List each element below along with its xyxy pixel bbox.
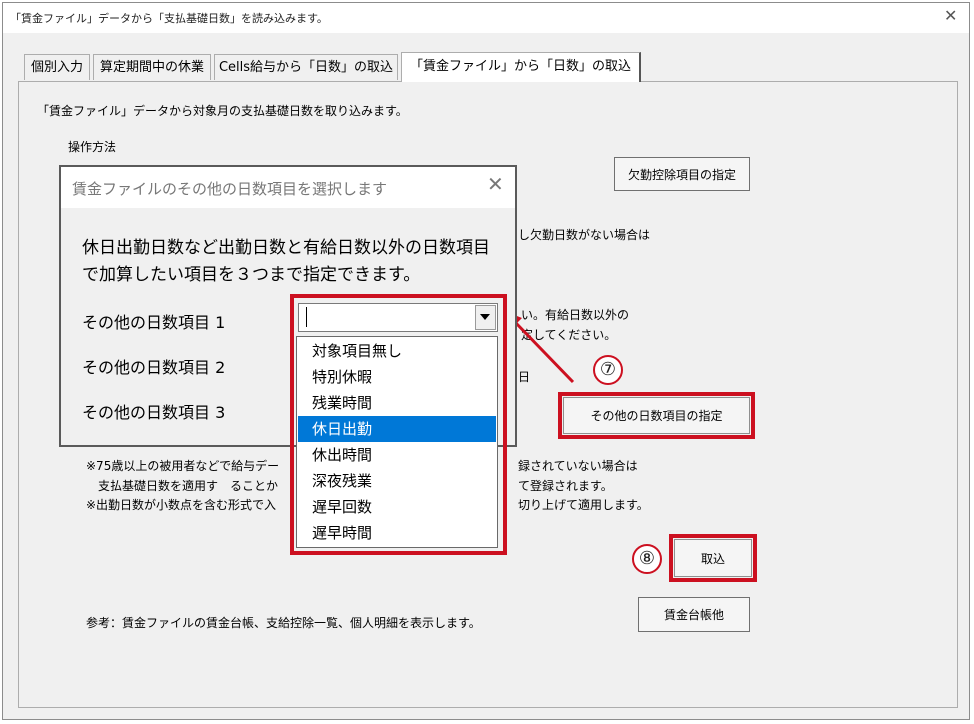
note-line-2: 支払基礎日数を適用す ることか [98,479,279,493]
note-line-3-end: 切り上げて適用します。 [518,498,649,512]
text-caret [306,307,307,327]
intro-text: 「賃金ファイル」データから対象月の支払基礎日数を取り込みます。 [37,104,408,118]
field-1-label: その他の日数項目 1 [82,313,226,332]
field-1-combo[interactable] [298,303,498,332]
reference-text: 参考：賃金ファイルの賃金台帳、支給控除一覧、個人明細を表示します。 [86,616,481,630]
field-3-label: その他の日数項目 3 [82,403,226,422]
tab-leave-period[interactable]: 算定期間中の休業 [93,54,211,80]
dropdown-option-selected[interactable]: 休日出勤 [298,416,496,442]
dropdown-option[interactable]: 遅早回数 [298,494,496,520]
dropdown-option[interactable]: 残業時間 [298,390,496,416]
dropdown-option[interactable]: 特別休暇 [298,364,496,390]
step-8-marker: ⑧ [632,544,662,574]
wage-ledger-button[interactable]: 賃金台帳他 [638,597,750,632]
dialog-description-line-1: 休日出勤日数など出勤日数と有給日数以外の日数項目 [82,238,490,258]
dropdown-option[interactable]: 深夜残業 [298,468,496,494]
dialog-title: 賃金ファイルのその他の日数項目を選択します [72,180,388,198]
note-line-2-end: て登録されます。 [518,479,613,493]
dropdown-option[interactable]: 遅早時間 [298,520,496,546]
tab-wage-file-import[interactable]: 「賃金ファイル」から「日数」の取込 [401,52,641,82]
chevron-down-icon [480,314,490,320]
dialog-close-icon[interactable]: ✕ [487,172,504,196]
instruction-fragment-1: し欠勤日数がない場合は [518,228,651,242]
tab-individual-input[interactable]: 個別入力 [24,54,90,80]
tab-cells-import[interactable]: Cells給与から「日数」の取込 [214,54,398,80]
note-line-3: ※出勤日数が小数点を含む形式で入 [86,498,277,512]
absence-deduction-button[interactable]: 欠勤控除項目の指定 [614,157,750,191]
other-days-items-button[interactable]: その他の日数項目の指定 [563,397,750,434]
dropdown-option[interactable]: 対象項目無し [298,338,496,364]
field-2-label: その他の日数項目 2 [82,358,226,377]
method-label: 操作方法 [68,140,117,154]
window-title: 「賃金ファイル」データから「支払基礎日数」を読み込みます。 [10,12,328,25]
note-line-1-end: 録されていない場合は [518,459,638,473]
note-line-1: ※75歳以上の被用者などで給与デー [86,459,280,473]
dialog-description-line-2: で加算したい項目を３つまで指定できます。 [82,265,421,285]
import-button[interactable]: 取込 [674,539,752,577]
close-icon[interactable]: ✕ [944,6,957,25]
dropdown-option[interactable]: 休出時間 [298,442,496,468]
